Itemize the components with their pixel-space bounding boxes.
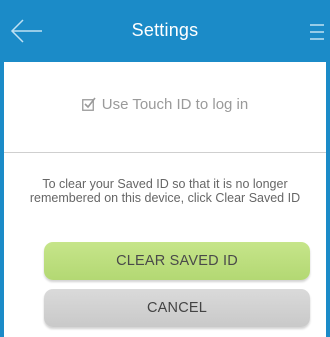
- cancel-button[interactable]: CANCEL: [44, 289, 310, 327]
- right-border: [326, 0, 330, 337]
- touch-id-section: Use Touch ID to log in: [4, 62, 326, 153]
- info-line-1: To clear your Saved ID so that it is no …: [42, 177, 288, 191]
- header-bar: Settings: [0, 0, 330, 62]
- menu-button[interactable]: [310, 22, 324, 42]
- page-title: Settings: [131, 20, 199, 40]
- info-line-2: remembered on this device, click Clear S…: [29, 191, 301, 205]
- menu-icon: [310, 24, 324, 40]
- checkbox-checked-icon[interactable]: [81, 97, 96, 111]
- clear-saved-id-button[interactable]: CLEAR SAVED ID: [44, 242, 310, 280]
- saved-id-section: To clear your Saved ID so that it is no …: [4, 153, 326, 337]
- settings-screen: Settings Use Touch ID to log in To clear…: [0, 0, 330, 337]
- saved-id-instructions: To clear your Saved ID so that it is no …: [4, 177, 326, 205]
- touch-id-toggle[interactable]: Use Touch ID to log in: [4, 96, 326, 113]
- touch-id-label: Use Touch ID to log in: [101, 96, 249, 113]
